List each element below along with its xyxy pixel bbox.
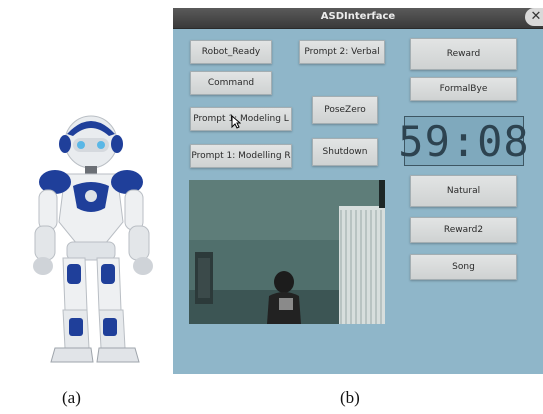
asd-interface-window: ASDInterface ✕ Robot_Ready Command Promp… [173, 8, 543, 374]
prompt2-verbal-button[interactable]: Prompt 2: Verbal [299, 40, 385, 64]
close-icon[interactable]: ✕ [525, 8, 543, 26]
window-title: ASDInterface [320, 11, 396, 22]
caption-b: (b) [340, 388, 360, 407]
camera-feed-view [189, 180, 385, 324]
reward2-button[interactable]: Reward2 [410, 217, 517, 243]
caption-a: (a) [62, 388, 81, 407]
reward-button[interactable]: Reward [410, 38, 517, 70]
command-button[interactable]: Command [190, 71, 272, 95]
humanoid-robot-image [33, 115, 153, 363]
natural-button[interactable]: Natural [410, 175, 517, 207]
countdown-timer-display: 59:08 [398, 116, 530, 166]
pose-zero-button[interactable]: PoseZero [312, 96, 378, 124]
shutdown-button[interactable]: Shutdown [312, 138, 378, 166]
formal-bye-button[interactable]: FormalBye [410, 77, 517, 101]
window-titlebar[interactable]: ASDInterface ✕ [173, 8, 543, 29]
mouse-pointer-icon [231, 115, 241, 129]
prompt1-modelling-r-button[interactable]: Prompt 1: Modelling R [190, 144, 292, 168]
song-button[interactable]: Song [410, 254, 517, 280]
robot-ready-button[interactable]: Robot_Ready [190, 40, 272, 64]
prompt1-modeling-l-button[interactable]: Prompt 1: Modeling L [190, 107, 292, 131]
